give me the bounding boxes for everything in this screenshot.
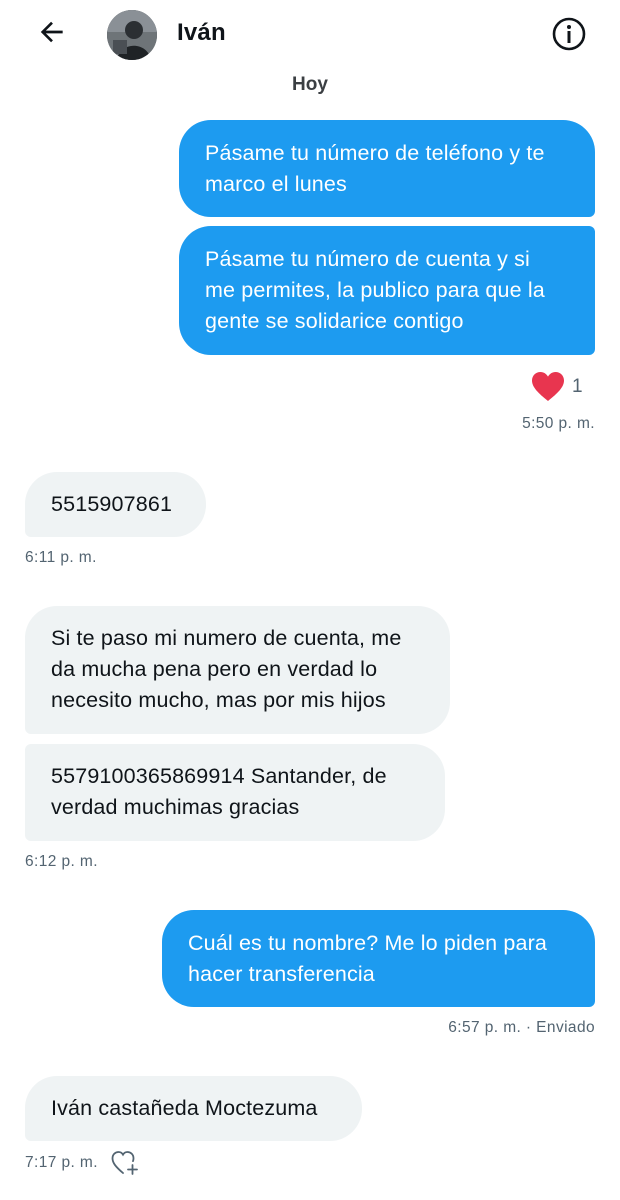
conversation-header: Iván	[0, 0, 620, 68]
message-text: Cuál es tu nombre? Me lo piden para hace…	[188, 931, 548, 986]
message-timestamp: 5:50 p. m.	[522, 415, 595, 432]
message-text: Pásame tu número de cuenta y si me permi…	[205, 247, 545, 333]
add-reaction-button[interactable]	[111, 1150, 139, 1176]
message-text: 5579100365869914 Santander, de verdad mu…	[51, 764, 387, 819]
info-button[interactable]	[550, 15, 588, 53]
message-bubble-incoming[interactable]: 5515907861	[25, 472, 206, 537]
message-bubble-incoming[interactable]: Iván castañeda Moctezuma	[25, 1076, 362, 1141]
date-separator: Hoy	[292, 74, 328, 95]
message-text: Si te paso mi numero de cuenta, me da mu…	[51, 626, 402, 712]
message-bubble-outgoing[interactable]: Cuál es tu nombre? Me lo piden para hace…	[162, 910, 595, 1007]
heart-icon	[532, 372, 564, 401]
message-bubble-outgoing[interactable]: Pásame tu número de cuenta y si me permi…	[179, 226, 595, 355]
back-button[interactable]	[34, 14, 70, 50]
message-text: Iván castañeda Moctezuma	[51, 1096, 318, 1120]
message-status: 6:57 p. m. · Enviado	[448, 1019, 595, 1036]
arrow-left-icon	[40, 21, 63, 43]
message-text: Pásame tu número de teléfono y te marco …	[205, 141, 545, 196]
message-timestamp: 6:11 p. m.	[25, 549, 97, 566]
heart-plus-icon	[111, 1151, 138, 1175]
reaction-count: 1	[572, 376, 583, 397]
avatar[interactable]	[107, 10, 157, 60]
message-timestamp: 6:12 p. m.	[25, 853, 98, 870]
message-bubble-outgoing[interactable]: Pásame tu número de teléfono y te marco …	[179, 120, 595, 217]
message-bubble-incoming[interactable]: 5579100365869914 Santander, de verdad mu…	[25, 744, 445, 841]
message-bubble-incoming[interactable]: Si te paso mi numero de cuenta, me da mu…	[25, 606, 450, 734]
contact-name[interactable]: Iván	[177, 19, 226, 47]
message-reaction[interactable]: 1	[532, 372, 583, 402]
message-text: 5515907861	[51, 492, 173, 516]
avatar-image	[107, 10, 157, 60]
message-timestamp: 7:17 p. m.	[25, 1154, 98, 1171]
info-icon	[552, 17, 586, 51]
